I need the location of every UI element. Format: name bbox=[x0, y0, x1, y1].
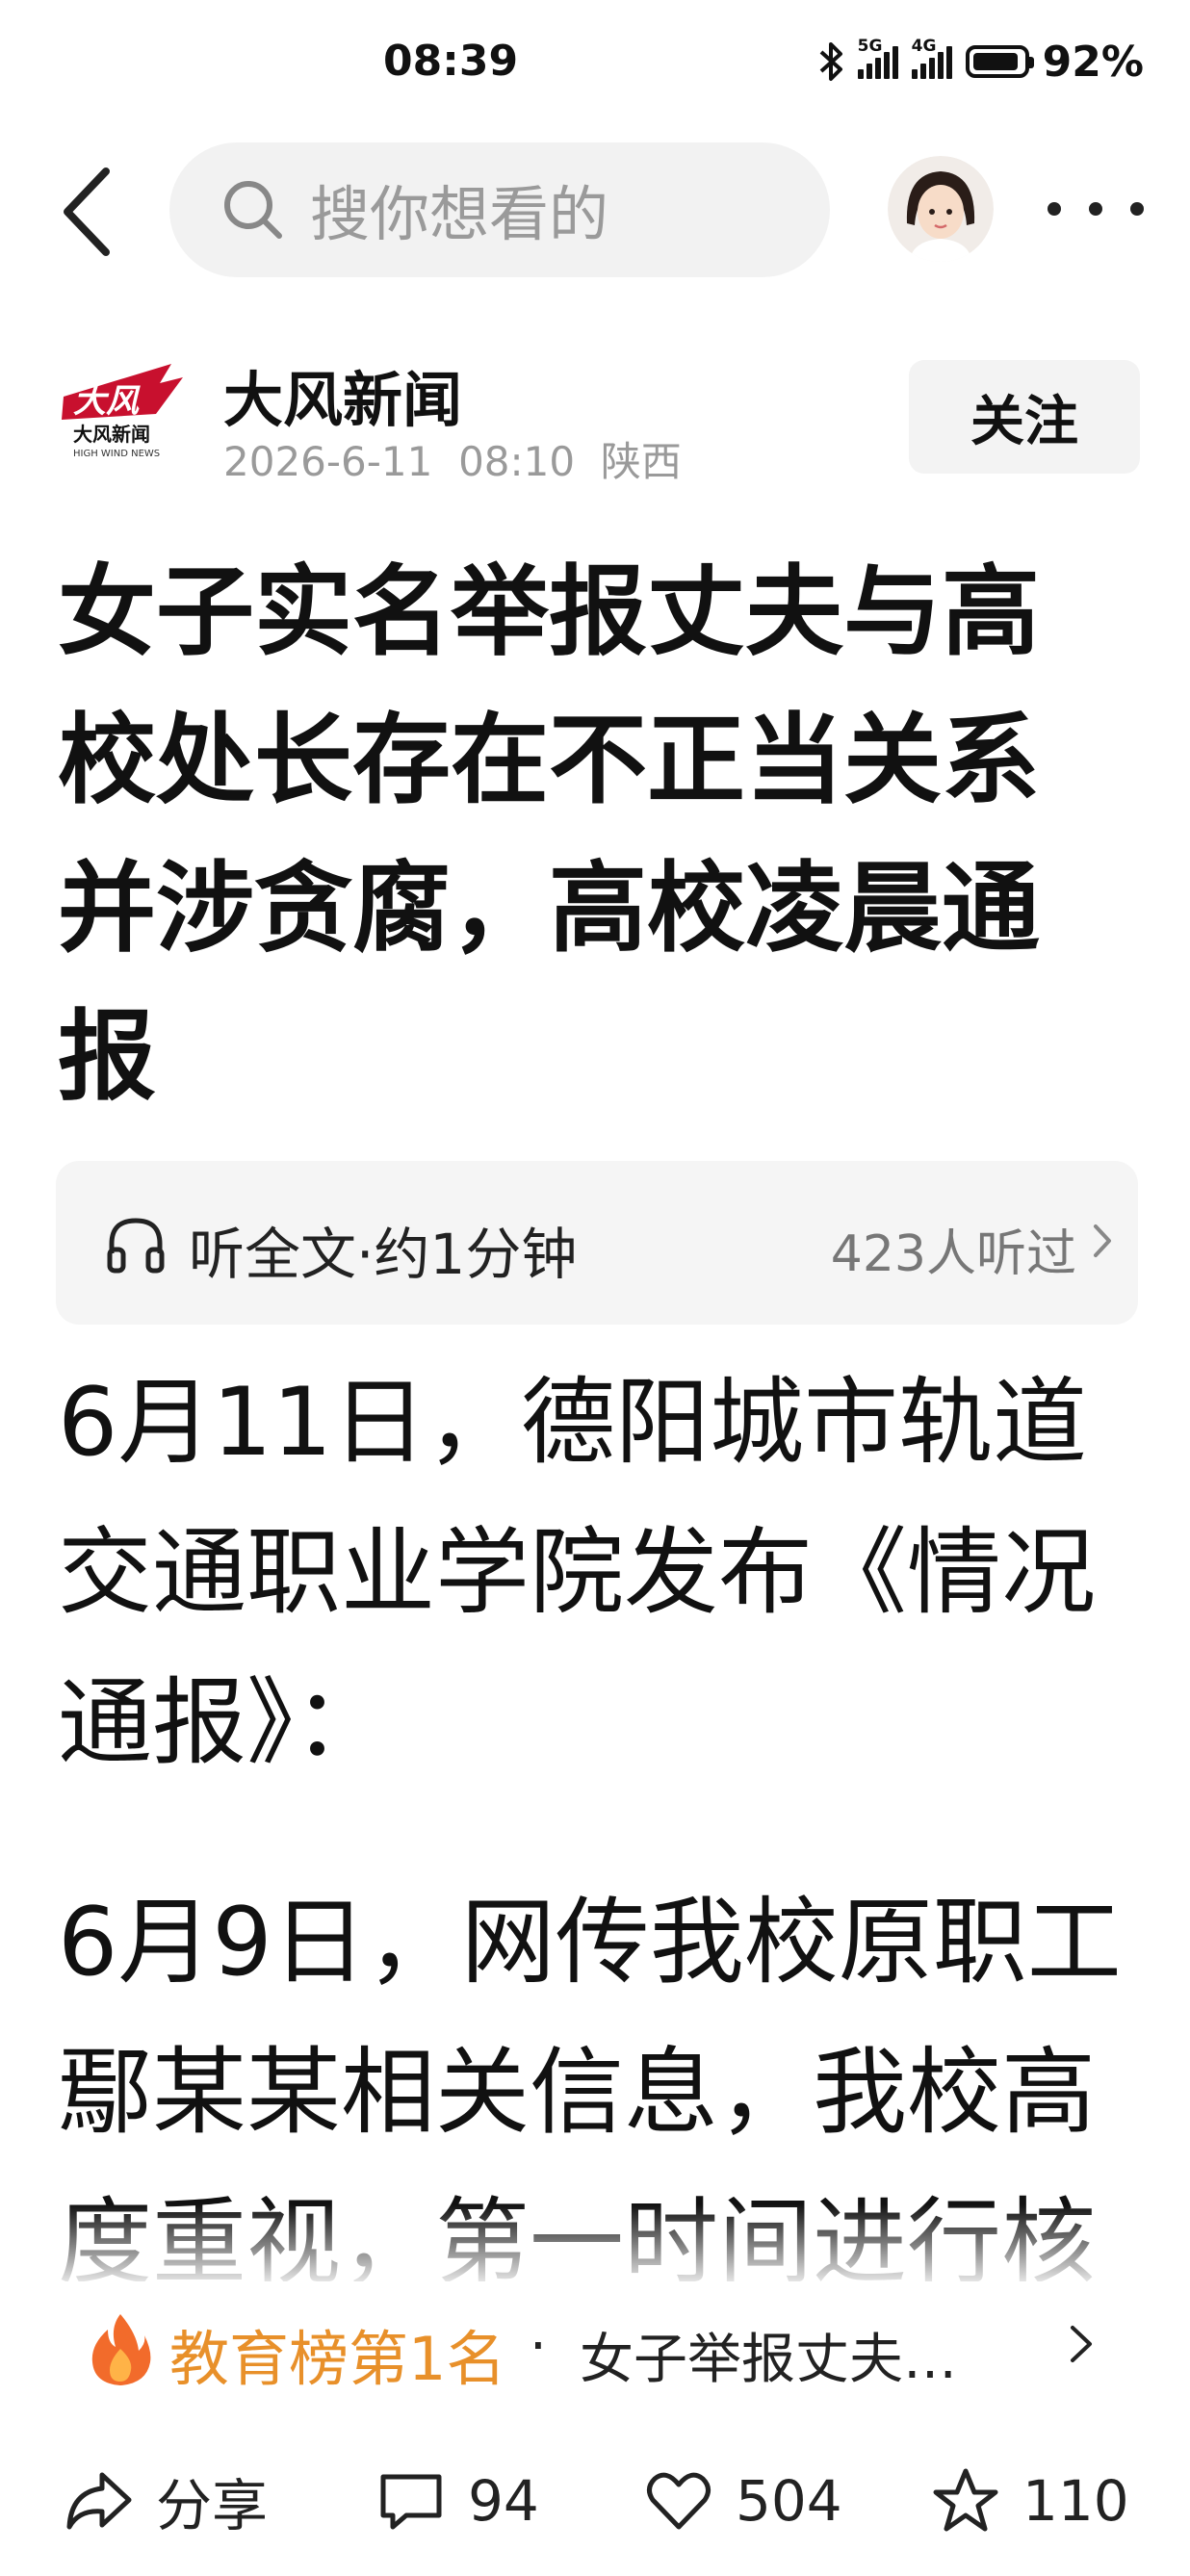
publisher-logo[interactable]: 大风 大风新闻 HIGH WIND NEWS bbox=[60, 358, 194, 474]
like-button[interactable]: 504 bbox=[643, 2462, 842, 2539]
listen-label[interactable]: 听全文·约1分钟 bbox=[189, 1209, 577, 1290]
share-icon bbox=[66, 2472, 132, 2530]
svg-text:大风: 大风 bbox=[73, 382, 141, 421]
like-count: 504 bbox=[736, 2468, 842, 2534]
rank-separator: · bbox=[530, 2315, 547, 2378]
svg-text:HIGH WIND NEWS: HIGH WIND NEWS bbox=[73, 449, 160, 459]
signal-5g-icon: 5G bbox=[857, 39, 898, 79]
favorite-button[interactable]: 110 bbox=[930, 2462, 1129, 2539]
fire-icon bbox=[91, 2314, 151, 2385]
publish-meta: 2026-6-11 08:10 陕西 bbox=[223, 429, 682, 488]
share-label: 分享 bbox=[156, 2473, 269, 2538]
network-4g-label: 4G bbox=[911, 37, 937, 56]
more-options-icon[interactable] bbox=[1048, 197, 1144, 220]
chevron-right-icon[interactable] bbox=[1067, 2318, 1096, 2370]
article-paragraph: 6月11日，德阳城市轨道交通职业学院发布《情况通报》： bbox=[58, 1368, 1097, 1778]
content-fade bbox=[0, 2204, 1190, 2291]
follow-button[interactable]: 关注 bbox=[909, 360, 1140, 474]
headphones-icon bbox=[107, 1218, 165, 1274]
comment-button[interactable]: 94 bbox=[375, 2462, 539, 2539]
favorite-count: 110 bbox=[1022, 2468, 1129, 2534]
publish-location: 陕西 bbox=[600, 438, 682, 485]
bluetooth-icon bbox=[819, 42, 842, 81]
publish-time: 08:10 bbox=[458, 438, 576, 485]
share-button[interactable]: 分享 bbox=[64, 2462, 268, 2539]
svg-text:大风新闻: 大风新闻 bbox=[73, 423, 150, 446]
star-icon bbox=[933, 2468, 998, 2532]
listen-count: 423人听过 bbox=[830, 1225, 1076, 1283]
search-icon bbox=[224, 181, 282, 239]
signal-4g-icon: 4G bbox=[911, 39, 952, 79]
user-avatar[interactable] bbox=[888, 156, 994, 262]
heart-icon bbox=[647, 2472, 711, 2530]
comment-icon bbox=[380, 2474, 442, 2530]
chevron-right-icon[interactable] bbox=[1088, 1217, 1117, 1265]
battery-fill bbox=[972, 53, 1018, 70]
battery-percent: 92% bbox=[1042, 37, 1144, 87]
status-icons: 5G 4G 92% bbox=[817, 35, 1144, 89]
comment-count: 94 bbox=[468, 2468, 539, 2534]
status-time: 08:39 bbox=[383, 37, 519, 86]
rank-name[interactable]: 教育榜第1名 bbox=[169, 2310, 505, 2397]
article-headline: 女子实名举报丈夫与高校处长存在不正当关系并涉贪腐，高校凌晨通报 bbox=[58, 555, 1040, 1115]
author-name[interactable]: 大风新闻 bbox=[223, 351, 462, 438]
search-placeholder[interactable]: 搜你想看的 bbox=[310, 166, 608, 252]
rank-title[interactable]: 女子举报丈夫… bbox=[580, 2316, 957, 2394]
back-arrow-icon[interactable] bbox=[56, 164, 123, 260]
network-5g-label: 5G bbox=[857, 37, 883, 56]
battery-icon bbox=[965, 45, 1034, 78]
publish-date: 2026-6-11 bbox=[223, 438, 433, 485]
